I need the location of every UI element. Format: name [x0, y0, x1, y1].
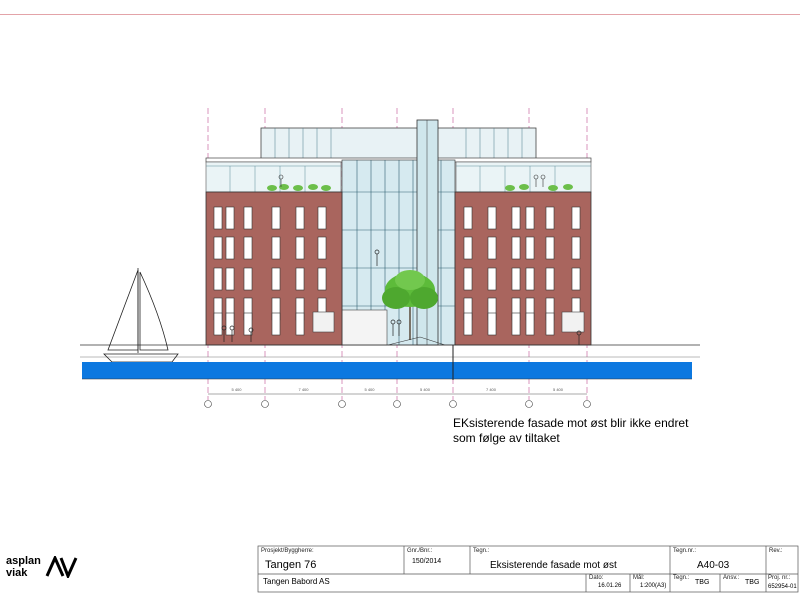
window: [225, 312, 235, 336]
project-label: Prosjekt/Byggherre:: [261, 548, 314, 554]
window: [271, 236, 281, 260]
window: [525, 236, 535, 260]
logo-mark-icon: [45, 556, 78, 578]
company-logo-text: asplan viak: [6, 555, 41, 579]
drawn-value: TBG: [695, 579, 710, 586]
window: [243, 206, 253, 230]
window: [213, 312, 223, 336]
rev-label: Rev.:: [769, 548, 783, 554]
drawing-no-label: Tegn.nr.:: [673, 548, 697, 554]
window: [295, 312, 305, 336]
dimension-labels: 5 400 7 400 5 400 5 400 7 400 5 400: [231, 387, 563, 392]
window: [511, 267, 521, 291]
window: [317, 236, 327, 260]
date-label: Dato:: [589, 575, 604, 581]
dimension-label: 5 400: [231, 387, 242, 392]
window: [295, 206, 305, 230]
facade-drawing: 5 400 7 400 5 400 5 400 7 400 5 400: [80, 108, 799, 593]
window: [511, 206, 521, 230]
window: [571, 236, 581, 260]
window: [525, 206, 535, 230]
window: [525, 267, 535, 291]
projno-value: 652954-01: [768, 584, 797, 590]
window: [317, 267, 327, 291]
window: [243, 267, 253, 291]
gnr-label: Gnr./Bnr.:: [407, 548, 433, 554]
window: [271, 206, 281, 230]
drawing-number: A40-03: [697, 560, 730, 571]
window: [271, 267, 281, 291]
window: [463, 312, 473, 336]
dimension-label: 7 400: [486, 387, 497, 392]
window: [571, 206, 581, 230]
window: [511, 312, 521, 336]
drawing-label: Tegn.:: [473, 548, 490, 554]
drawing-title: Eksisterende fasade mot øst: [490, 560, 617, 571]
window: [317, 206, 327, 230]
window: [213, 206, 223, 230]
scale-value: 1:200(A3): [640, 583, 667, 589]
dimension-label: 5 400: [364, 387, 375, 392]
note-text: EKsisterende fasade mot øst blir ikke en…: [453, 416, 689, 445]
window: [213, 267, 223, 291]
client-name: Tangen Babord AS: [263, 577, 330, 586]
window: [463, 206, 473, 230]
window: [225, 206, 235, 230]
project-name: Tangen 76: [265, 559, 317, 571]
window: [463, 236, 473, 260]
drawn-label: Tegn.:: [673, 575, 690, 581]
window: [511, 236, 521, 260]
window: [525, 312, 535, 336]
sailboat: [103, 268, 179, 363]
projno-label: Proj. nr.:: [768, 575, 791, 581]
window: [271, 312, 281, 336]
window: [295, 267, 305, 291]
entrance-panel-left: [312, 311, 335, 333]
gnr-value: 150/2014: [412, 558, 442, 565]
dimension-label: 5 400: [420, 387, 431, 392]
window: [545, 236, 555, 260]
window: [545, 267, 555, 291]
dimension-label: 7 400: [298, 387, 309, 392]
entrance-panel-right: [561, 311, 585, 333]
window: [225, 236, 235, 260]
penthouse: [205, 127, 592, 163]
window: [545, 206, 555, 230]
window: [571, 267, 581, 291]
date-value: 16.01.26: [598, 583, 622, 589]
window: [487, 236, 497, 260]
resp-value: TBG: [745, 579, 760, 586]
logo-line2: viak: [6, 567, 28, 579]
window: [487, 267, 497, 291]
water: [82, 362, 692, 379]
dimension-label: 5 400: [553, 387, 564, 392]
scale-label: Mål:: [633, 575, 645, 581]
window: [545, 312, 555, 336]
resp-label: Ansv.:: [723, 575, 740, 581]
grid-bubbles: [204, 400, 591, 408]
window: [243, 236, 253, 260]
window: [463, 267, 473, 291]
window: [487, 312, 497, 336]
logo-line1: asplan: [6, 555, 41, 567]
window: [225, 267, 235, 291]
window: [295, 236, 305, 260]
window: [487, 206, 497, 230]
window: [213, 236, 223, 260]
